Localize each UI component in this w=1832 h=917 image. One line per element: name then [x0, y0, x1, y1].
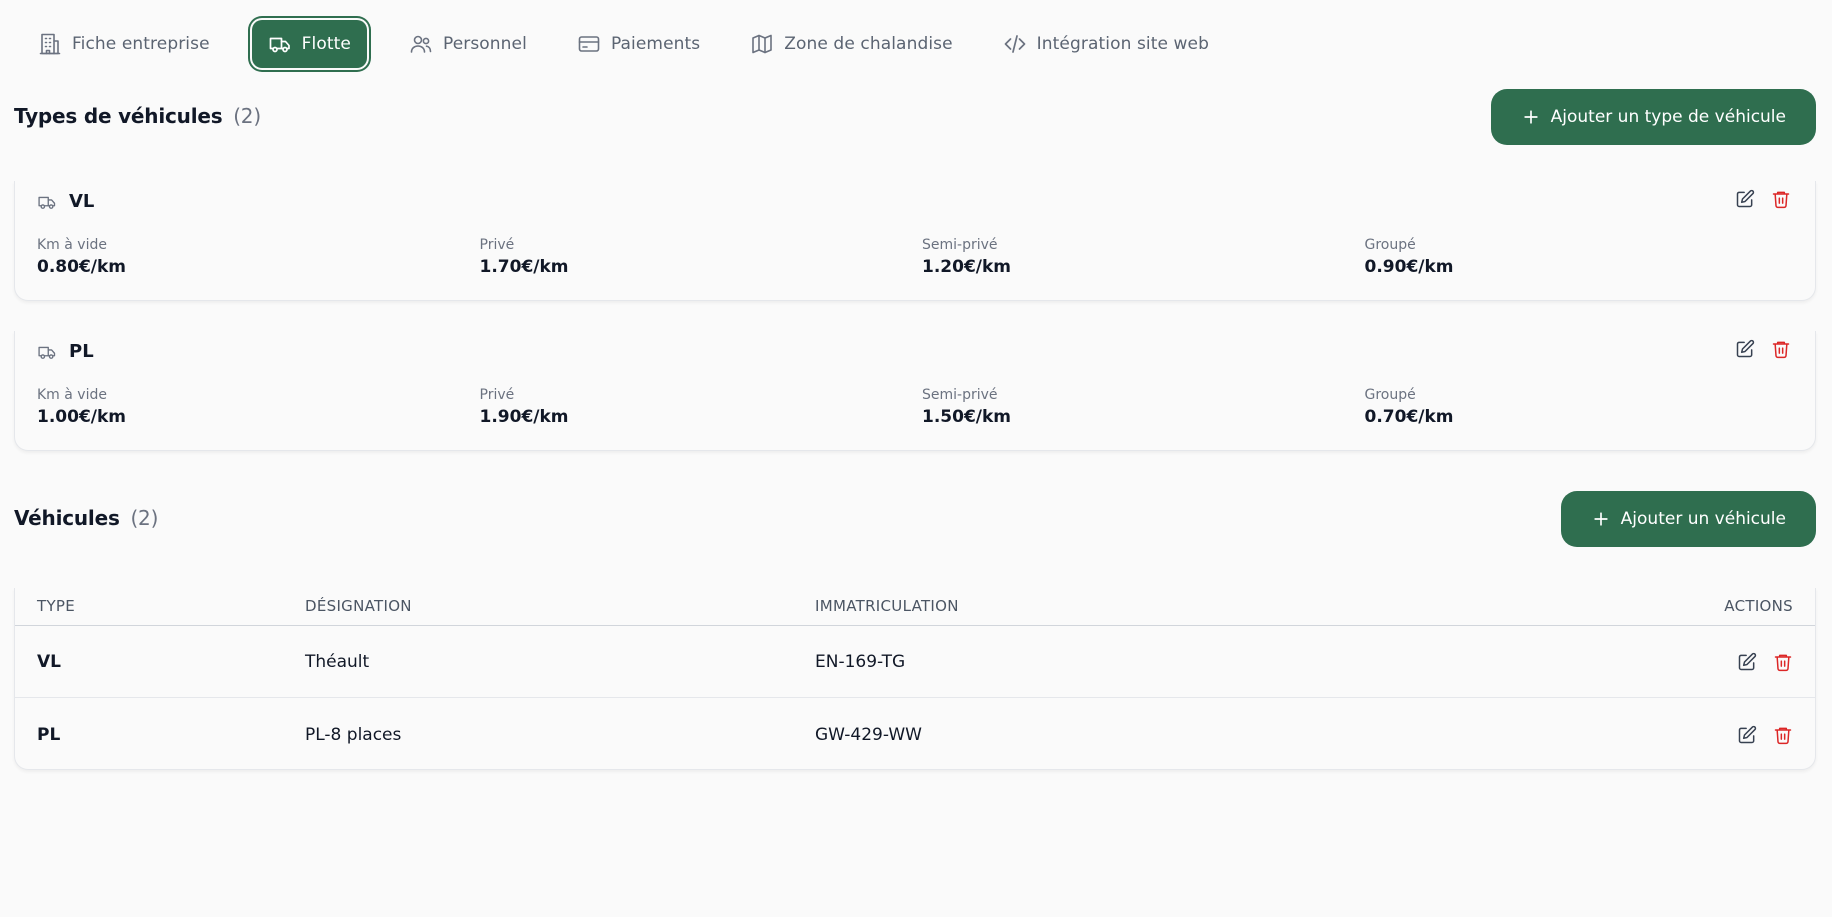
rate-value: 1.00€/km [37, 407, 127, 427]
rate-label: Privé [479, 387, 515, 403]
cell-designation: Théault [305, 651, 370, 672]
table-header: TYPE DÉSIGNATION IMMATRICULATION ACTIONS [15, 588, 1815, 626]
vehicles-title: Véhicules (2) [14, 506, 158, 530]
vehicle-type-name: VL [69, 191, 95, 212]
rate-semi-prive: Semi-privé 1.20€/km [922, 237, 1365, 277]
cell-designation: PL-8 places [305, 725, 402, 745]
cell-immatriculation: EN-169-TG [815, 651, 906, 672]
rate-value: 1.70€/km [479, 257, 569, 277]
rate-groupe: Groupé 0.90€/km [1365, 237, 1808, 277]
tab-flotte[interactable]: Flotte [251, 20, 367, 68]
rate-label: Groupé [1364, 387, 1416, 403]
truck-icon [268, 32, 292, 56]
rate-label: Semi-privé [922, 237, 998, 253]
code-icon [1003, 32, 1027, 56]
section-title-text: Types de véhicules [14, 104, 223, 128]
building-icon [38, 32, 62, 56]
rate-label: Km à vide [37, 237, 107, 253]
cell-type: VL [37, 651, 61, 672]
rate-prive: Privé 1.90€/km [480, 387, 923, 427]
vehicle-type-rates: Km à vide 0.80€/km Privé 1.70€/km Semi-p… [37, 237, 1807, 277]
rate-label: Km à vide [37, 387, 107, 403]
rate-value: 0.80€/km [37, 257, 127, 277]
tab-label: Paiements [610, 34, 701, 54]
tab-label: Flotte [301, 34, 351, 54]
rate-value: 1.90€/km [479, 407, 569, 427]
vehicle-type-header: PL [37, 341, 94, 362]
rate-label: Semi-privé [922, 387, 998, 403]
edit-icon[interactable] [1735, 189, 1755, 209]
plus-icon [1521, 107, 1541, 127]
tab-label: Fiche entreprise [72, 34, 210, 54]
vehicle-type-header: VL [37, 191, 94, 212]
map-icon [750, 32, 774, 56]
cell-type: PL [37, 725, 61, 745]
column-header-designation: DÉSIGNATION [305, 597, 412, 615]
credit-card-icon [577, 32, 601, 56]
truck-icon [37, 342, 57, 362]
column-header-actions: ACTIONS [1724, 597, 1793, 615]
table-row: VL Théault EN-169-TG [15, 626, 1815, 698]
card-actions [1735, 339, 1791, 359]
tab-label: Personnel [442, 34, 527, 54]
add-vehicle-type-button[interactable]: Ajouter un type de véhicule [1490, 89, 1816, 145]
card-actions [1735, 189, 1791, 209]
tab-paiements[interactable]: Paiements [561, 20, 716, 68]
rate-value: 1.20€/km [922, 257, 1012, 277]
settings-tabs: Fiche entreprise Flotte Personnel Paieme… [22, 18, 1239, 70]
edit-icon[interactable] [1737, 652, 1757, 672]
rate-value: 0.90€/km [1364, 257, 1454, 277]
tab-zone-de-chalandise[interactable]: Zone de chalandise [734, 20, 968, 68]
plus-icon [1591, 509, 1611, 529]
trash-icon[interactable] [1771, 339, 1791, 359]
vehicle-type-card: VL Km à vide 0.80€/km Privé 1.70€/km Sem… [14, 181, 1816, 301]
trash-icon[interactable] [1773, 652, 1793, 672]
edit-icon[interactable] [1735, 339, 1755, 359]
tab-fiche-entreprise[interactable]: Fiche entreprise [22, 20, 226, 68]
vehicle-types-count: (2) [233, 104, 261, 128]
vehicles-table: TYPE DÉSIGNATION IMMATRICULATION ACTIONS… [14, 588, 1816, 770]
button-label: Ajouter un type de véhicule [1550, 107, 1786, 127]
trash-icon[interactable] [1773, 725, 1793, 745]
column-header-immatriculation: IMMATRICULATION [815, 597, 959, 615]
rate-groupe: Groupé 0.70€/km [1365, 387, 1808, 427]
row-actions [1737, 652, 1793, 672]
truck-icon [37, 192, 57, 212]
rate-km-a-vide: Km à vide 1.00€/km [37, 387, 480, 427]
tab-label: Intégration site web [1036, 34, 1210, 54]
button-label: Ajouter un véhicule [1620, 509, 1786, 529]
section-title-text: Véhicules [14, 506, 120, 530]
add-vehicle-button[interactable]: Ajouter un véhicule [1560, 491, 1816, 547]
tab-label: Zone de chalandise [784, 34, 953, 54]
tab-integration-site-web[interactable]: Intégration site web [987, 20, 1225, 68]
row-actions [1737, 725, 1793, 745]
rate-value: 1.50€/km [922, 407, 1012, 427]
vehicle-type-rates: Km à vide 1.00€/km Privé 1.90€/km Semi-p… [37, 387, 1807, 427]
rate-km-a-vide: Km à vide 0.80€/km [37, 237, 480, 277]
cell-immatriculation: GW-429-WW [815, 725, 922, 745]
vehicles-count: (2) [130, 506, 159, 530]
rate-value: 0.70€/km [1364, 407, 1454, 427]
column-header-type: TYPE [37, 597, 76, 615]
tab-personnel[interactable]: Personnel [393, 20, 543, 68]
users-icon [409, 32, 433, 56]
rate-label: Privé [479, 237, 515, 253]
trash-icon[interactable] [1771, 189, 1791, 209]
rate-semi-prive: Semi-privé 1.50€/km [922, 387, 1365, 427]
rate-prive: Privé 1.70€/km [480, 237, 923, 277]
vehicle-type-name: PL [69, 341, 94, 362]
vehicle-type-card: PL Km à vide 1.00€/km Privé 1.90€/km Sem… [14, 331, 1816, 451]
rate-label: Groupé [1364, 237, 1416, 253]
table-row: PL PL-8 places GW-429-WW [15, 699, 1815, 771]
vehicle-types-title: Types de véhicules (2) [14, 104, 261, 128]
edit-icon[interactable] [1737, 725, 1757, 745]
